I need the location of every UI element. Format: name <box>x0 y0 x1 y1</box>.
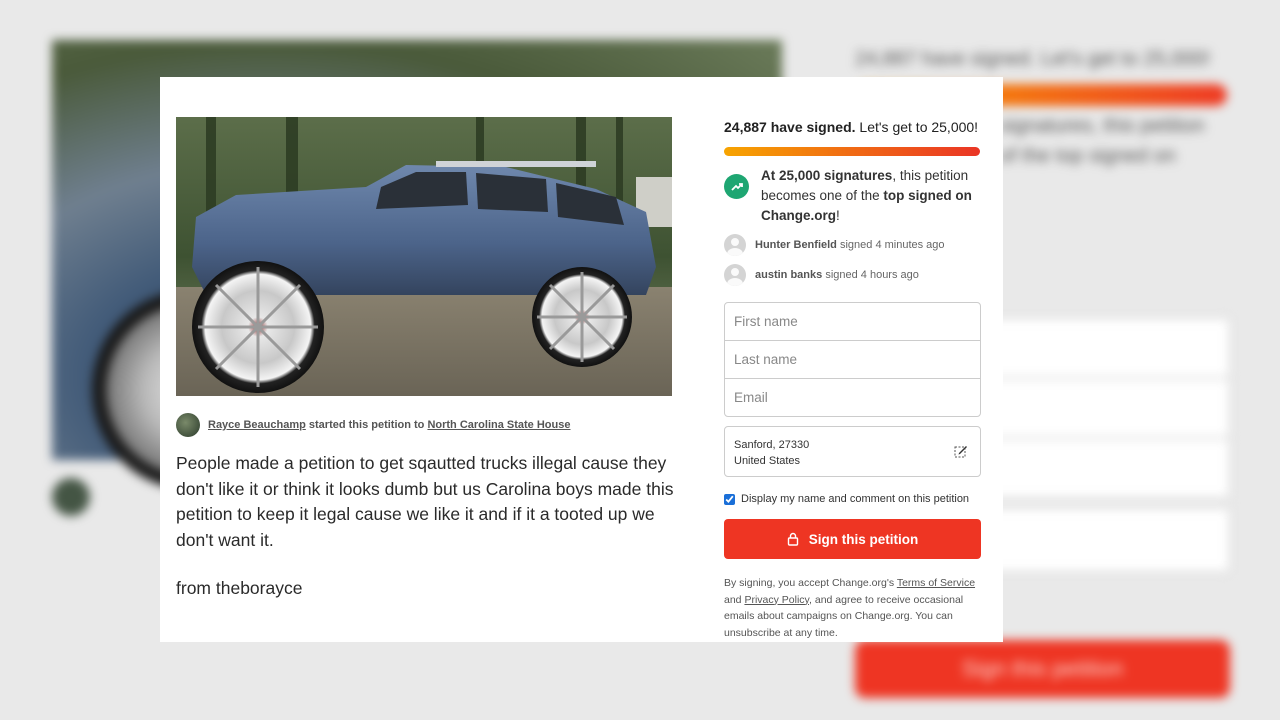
signer-time: signed 4 hours ago <box>825 269 919 281</box>
email-field[interactable] <box>724 378 981 417</box>
petition-from: from theborayce <box>176 578 303 598</box>
starter-avatar <box>176 413 200 437</box>
sign-petition-button[interactable]: Sign this petition <box>724 519 981 559</box>
legal-notice: By signing, you accept Change.org's Term… <box>724 577 976 639</box>
starter-name-link[interactable]: Rayce Beauchamp <box>208 419 306 431</box>
recent-signer: Hunter Benfield signed 4 minutes ago <box>724 234 981 256</box>
petition-panel: Rayce Beauchamp started this petition to… <box>160 77 1003 642</box>
milestone-text: At 25,000 signatures, this petition beco… <box>761 168 972 223</box>
display-name-option[interactable]: Display my name and comment on this peti… <box>724 493 981 505</box>
signature-progress-bar <box>724 147 980 156</box>
background-signed-text: 24,887 have signed. Let's get to 25,000! <box>855 48 1211 70</box>
petition-starter-line: Rayce Beauchamp started this petition to… <box>176 413 672 437</box>
petition-description: People made a petition to get sqautted t… <box>176 453 674 550</box>
signed-count-text: 24,887 have signed. <box>724 119 856 135</box>
display-name-checkbox[interactable] <box>724 493 735 505</box>
location-city: Sanford, 27330 <box>734 439 810 451</box>
signer-name: Hunter Benfield <box>755 239 837 251</box>
petition-image <box>176 117 672 396</box>
sign-form: Sanford, 27330 United States Display my … <box>724 302 981 641</box>
background-sign-button: Sign this petition <box>855 640 1230 698</box>
user-avatar-icon <box>724 264 746 286</box>
privacy-link[interactable]: Privacy Policy <box>744 594 809 606</box>
edit-location-icon[interactable] <box>954 444 968 463</box>
truck-photo <box>176 117 672 396</box>
background-milestone-text-2: of the top signed on <box>1000 145 1176 167</box>
first-name-field[interactable] <box>724 302 981 341</box>
location-country: United States <box>734 455 801 467</box>
terms-link[interactable]: Terms of Service <box>897 577 975 589</box>
background-avatar <box>52 478 90 516</box>
recent-signer: austin banks signed 4 hours ago <box>724 264 981 286</box>
display-name-label: Display my name and comment on this peti… <box>741 493 970 505</box>
lock-icon <box>787 532 798 546</box>
started-text: started this petition to <box>308 419 425 431</box>
sign-button-label: Sign this petition <box>808 531 919 547</box>
signature-count: 24,887 have signed. Let's get to 25,000! <box>724 119 981 135</box>
background-milestone-text: signatures, this petition <box>1000 115 1205 137</box>
trending-up-icon <box>724 174 749 199</box>
goal-text: Let's get to 25,000! <box>859 119 979 135</box>
milestone-block: At 25,000 signatures, this petition beco… <box>724 166 981 226</box>
sign-sidebar: 24,887 have signed. Let's get to 25,000!… <box>724 119 981 641</box>
location-field[interactable]: Sanford, 27330 United States <box>724 426 981 477</box>
petition-target-link[interactable]: North Carolina State House <box>427 419 570 431</box>
user-avatar-icon <box>724 234 746 256</box>
petition-content: Rayce Beauchamp started this petition to… <box>176 117 673 599</box>
signer-time: signed 4 minutes ago <box>839 239 945 251</box>
signer-name: austin banks <box>755 269 823 281</box>
last-name-field[interactable] <box>724 340 981 379</box>
